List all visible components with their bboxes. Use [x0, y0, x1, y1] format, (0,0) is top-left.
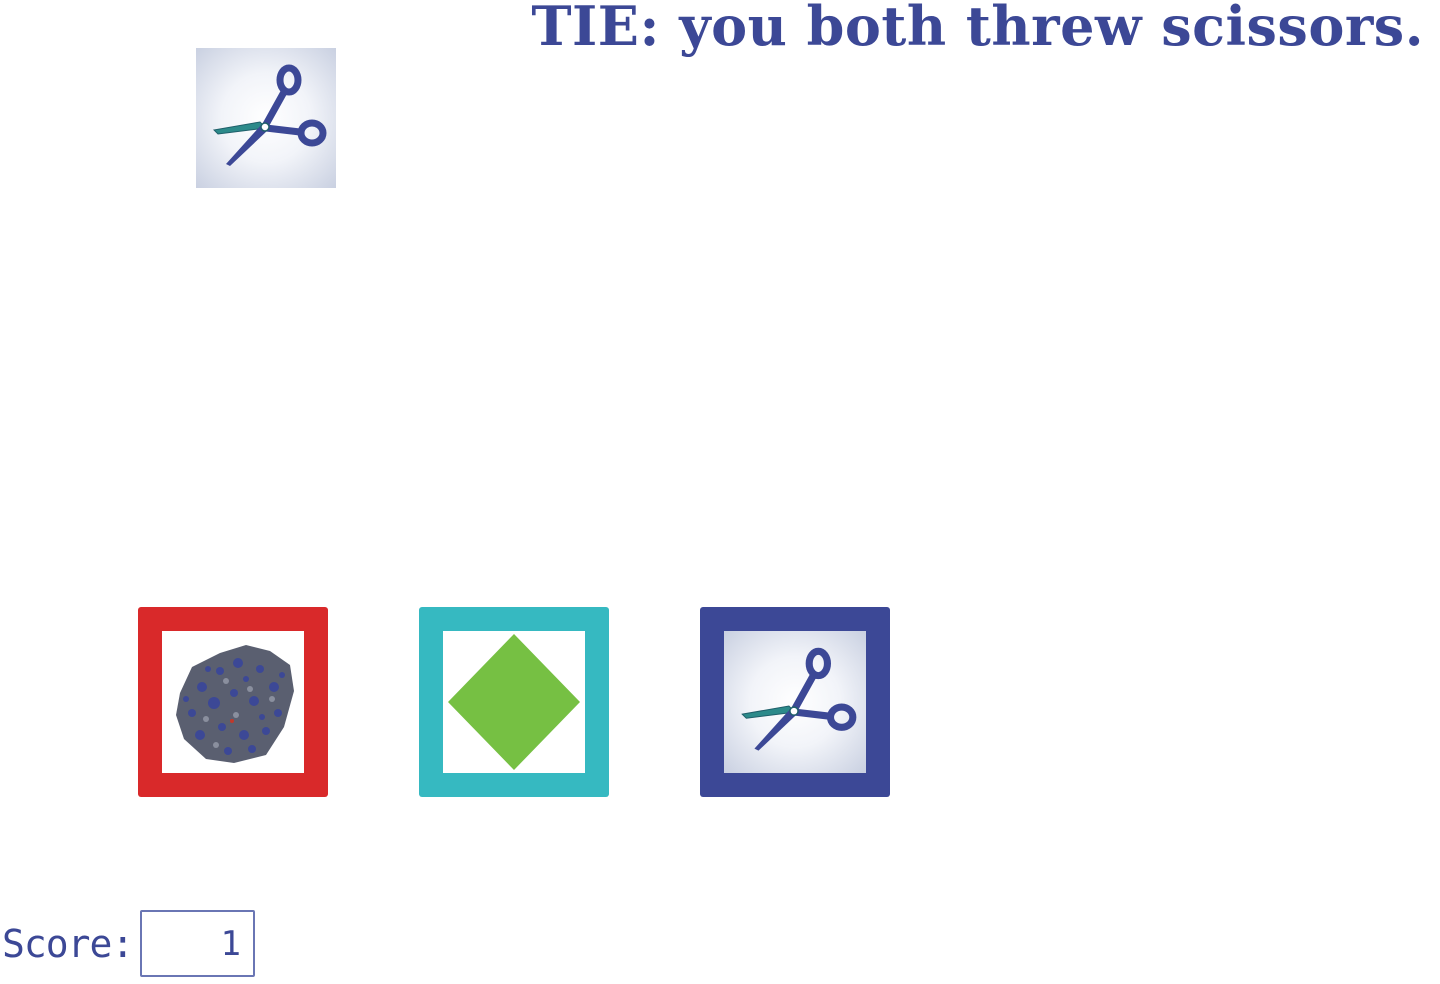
- result-message: TIE: you both threw scissors.: [531, 0, 1424, 58]
- score-field[interactable]: [140, 910, 255, 977]
- rock-button[interactable]: [138, 607, 328, 797]
- rock-icon: [162, 631, 304, 773]
- computer-throw-image: [196, 48, 336, 188]
- game-stage: TIE: you both threw scissors. Score: 1: [0, 0, 1440, 984]
- score-label: Score:: [2, 922, 134, 966]
- scissors-icon: [196, 48, 336, 188]
- scissors-icon: [724, 631, 866, 773]
- paper-icon: [443, 631, 585, 773]
- paper-button[interactable]: [419, 607, 609, 797]
- scissors-button[interactable]: [700, 607, 890, 797]
